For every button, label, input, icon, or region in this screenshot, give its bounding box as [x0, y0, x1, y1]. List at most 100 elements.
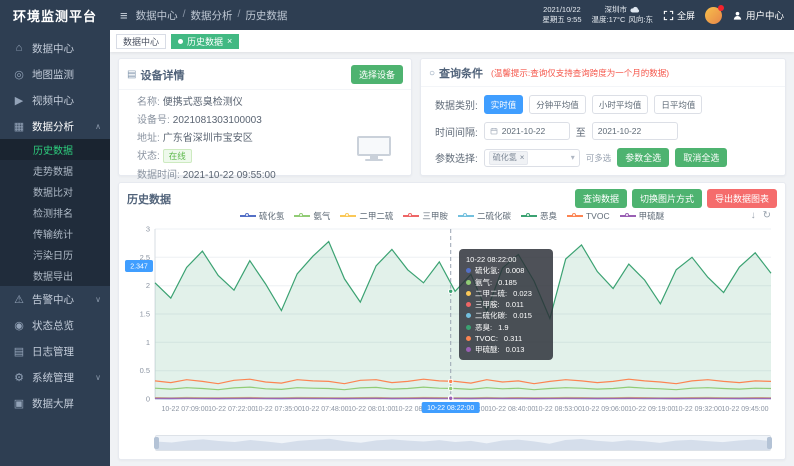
data-type-day-avg-button[interactable]: 日平均值 [654, 95, 702, 114]
query-condition-panel: ○ 查询条件 (温馨提示:查询仅支持查询跨度为一个月的数据) 数据类别: 实时值… [420, 58, 786, 176]
chevron-down-icon: ∨ [95, 373, 101, 382]
time-range-row: 时间间隔: 2021-10-22 至 2021-10-22 [421, 114, 785, 140]
sidebar-item-label: 污染日历 [33, 247, 73, 262]
sidebar-item-label: 状态总览 [32, 318, 74, 333]
avatar[interactable] [705, 7, 722, 24]
device-id-row: 设备号:2021081303100003 [119, 108, 411, 126]
sidebar-item-transfer-stats[interactable]: 传输统计 [0, 223, 110, 244]
sidebar-item-data-screen[interactable]: ▣ 数据大屏 [0, 390, 110, 416]
svg-text:0: 0 [146, 395, 150, 404]
sidebar-item-map-monitor[interactable]: ◎ 地图监测 [0, 61, 110, 87]
sidebar-item-log-management[interactable]: ▤ 日志管理 [0, 338, 110, 364]
sidebar-item-status-overview[interactable]: ◉ 状态总览 [0, 312, 110, 338]
legend-item-nh3[interactable]: 氨气 [294, 210, 330, 222]
legend-label: 氨气 [313, 210, 330, 222]
end-date-input[interactable]: 2021-10-22 [592, 122, 678, 140]
legend-label: 二甲二硫 [359, 210, 393, 222]
user-center-button[interactable]: 用户中心 [732, 8, 784, 22]
sidebar-item-detect-rank[interactable]: 检测排名 [0, 202, 110, 223]
sidebar-item-data-center[interactable]: ⌂ 数据中心 [0, 35, 110, 61]
svg-text:1: 1 [146, 338, 150, 347]
legend-item-cs2[interactable]: 二硫化碳 [458, 210, 511, 222]
sidebar-item-system-management[interactable]: ⚙ 系统管理 ∨ [0, 364, 110, 390]
breadcrumb-item[interactable]: 数据分析 [191, 8, 233, 23]
tab-history-data[interactable]: 历史数据 × [171, 34, 239, 49]
legend-label: 甲硫醚 [639, 210, 665, 222]
start-date-value: 2021-10-22 [502, 126, 545, 136]
export-chart-button[interactable]: 导出数据图表 [707, 189, 777, 208]
data-type-minute-avg-button[interactable]: 分钟平均值 [529, 95, 586, 114]
legend-item-dms[interactable]: 甲硫醚 [620, 210, 665, 222]
data-type-hour-avg-button[interactable]: 小时平均值 [592, 95, 649, 114]
datazoom-slider[interactable] [155, 435, 771, 451]
sidebar-item-label: 数据中心 [32, 41, 74, 56]
restore-chart-icon[interactable]: ↻ [763, 210, 771, 221]
legend-item-odor[interactable]: 恶臭 [521, 210, 557, 222]
remove-param-icon[interactable]: × [520, 152, 525, 164]
data-type-row: 数据类别: 实时值 分钟平均值 小时平均值 日平均值 [421, 87, 785, 114]
chart-area: 32.521.510.5010-22 07:09:0010-22 07:22:0… [125, 223, 781, 429]
data-type-realtime-button[interactable]: 实时值 [484, 95, 524, 114]
sidebar-item-trend-data[interactable]: 走势数据 [0, 160, 110, 181]
device-data-time-value: 2021-10-22 09:55:00 [183, 170, 276, 181]
analysis-icon: ▦ [13, 120, 25, 133]
datazoom-left-handle[interactable] [154, 437, 159, 449]
deselect-all-params-button[interactable]: 取消全选 [675, 148, 727, 167]
fullscreen-icon [663, 10, 674, 21]
tab-label: 历史数据 [187, 35, 223, 48]
device-monitor-icon [357, 136, 391, 161]
query-panel-title-group: ○ 查询条件 (温馨提示:查询仅支持查询跨度为一个月的数据) [429, 65, 669, 81]
breadcrumb-item[interactable]: 数据中心 [136, 8, 178, 23]
sidebar-item-label: 日志管理 [32, 344, 74, 359]
svg-text:10-22 07:09:00: 10-22 07:09:00 [161, 406, 208, 413]
query-panel-title: 查询条件 [439, 65, 483, 81]
sidebar-item-history-data[interactable]: 历史数据 [0, 139, 110, 160]
sidebar-item-data-export[interactable]: 数据导出 [0, 265, 110, 286]
sidebar-item-label: 数据比对 [33, 184, 73, 199]
document-icon: ▤ [127, 69, 136, 80]
start-date-input[interactable]: 2021-10-22 [484, 122, 570, 140]
param-selected-value: 硫化氢 [493, 152, 517, 164]
sidebar-item-pollution-calendar[interactable]: 污染日历 [0, 244, 110, 265]
query-tip-text: (温馨提示:查询仅支持查询跨度为一个月的数据) [491, 67, 669, 79]
param-multiselect[interactable]: 硫化氢 × ▾ [484, 149, 580, 167]
svg-text:3: 3 [146, 225, 150, 234]
top-bar: 环境监测平台 ≡ 数据中心 / 数据分析 / 历史数据 2021/10/22 星… [0, 0, 794, 30]
home-icon: ⌂ [13, 42, 25, 54]
legend-item-dmds[interactable]: 二甲二硫 [340, 210, 393, 222]
select-device-button[interactable]: 选择设备 [351, 65, 403, 84]
history-panel-title-group: 历史数据 [127, 191, 171, 207]
datazoom-selection[interactable] [156, 436, 770, 450]
calendar-icon [490, 127, 498, 135]
sidebar-item-video-center[interactable]: ▶ 视频中心 [0, 87, 110, 113]
sidebar-item-label: 数据导出 [33, 268, 73, 283]
query-data-button[interactable]: 查询数据 [575, 189, 627, 208]
history-chart[interactable]: 32.521.510.5010-22 07:09:0010-22 07:22:0… [125, 223, 781, 429]
legend-item-h2s[interactable]: 硫化氢 [240, 210, 285, 222]
tab-data-center[interactable]: 数据中心 [116, 34, 166, 49]
breadcrumb-separator: / [238, 8, 241, 23]
sidebar-item-label: 视频中心 [32, 93, 74, 108]
field-label: 数据时间: [137, 170, 180, 181]
fullscreen-button[interactable]: 全屏 [663, 9, 695, 22]
legend-marker [521, 213, 537, 219]
sidebar-item-data-analysis[interactable]: ▦ 数据分析 ∧ [0, 113, 110, 139]
sidebar-item-alarm-center[interactable]: ⚠ 告警中心 ∨ [0, 286, 110, 312]
legend-item-tvoc[interactable]: TVOC [567, 210, 610, 222]
status-badge: 在线 [163, 149, 192, 163]
sidebar-item-label: 系统管理 [32, 370, 74, 385]
switch-chart-mode-button[interactable]: 切换图片方式 [632, 189, 702, 208]
download-image-icon[interactable]: ↓ [751, 210, 756, 221]
legend-item-tma[interactable]: 三甲胺 [403, 210, 448, 222]
sidebar-item-data-compare[interactable]: 数据比对 [0, 181, 110, 202]
hamburger-icon[interactable]: ≡ [120, 8, 128, 23]
select-all-params-button[interactable]: 参数全选 [617, 148, 669, 167]
close-icon[interactable]: × [227, 37, 232, 46]
svg-text:10-22 08:40:00: 10-22 08:40:00 [488, 406, 535, 413]
sidebar-item-label: 检测排名 [33, 205, 73, 220]
legend-marker [294, 213, 310, 219]
sidebar-item-label: 传输统计 [33, 226, 73, 241]
datazoom-right-handle[interactable] [767, 437, 772, 449]
svg-text:2: 2 [146, 281, 150, 290]
svg-text:2.347: 2.347 [130, 264, 148, 271]
